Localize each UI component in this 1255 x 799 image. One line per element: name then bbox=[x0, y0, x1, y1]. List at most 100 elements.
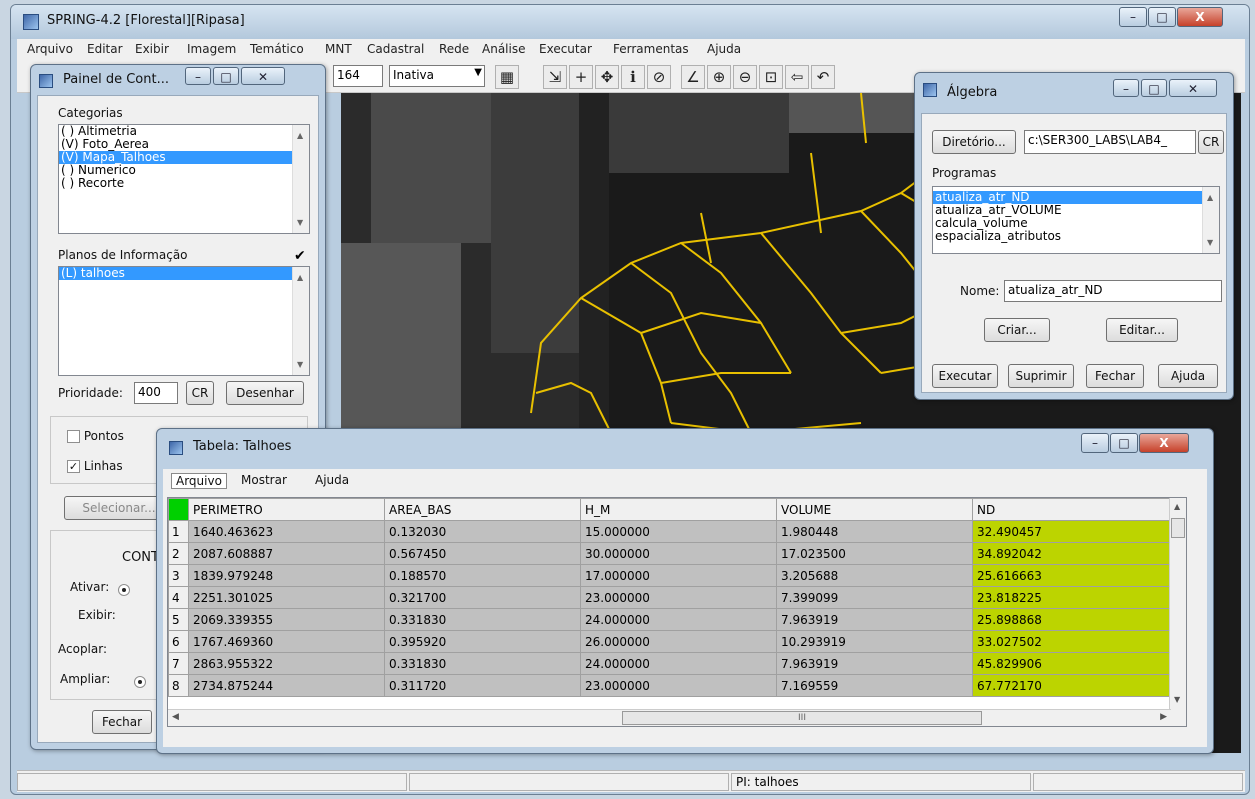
cell-perimetro[interactable]: 2087.608887 bbox=[188, 542, 385, 565]
cell-area-bas[interactable]: 0.331830 bbox=[384, 608, 581, 631]
cell-area-bas[interactable]: 0.395920 bbox=[384, 630, 581, 653]
cell-area-bas[interactable]: 0.188570 bbox=[384, 564, 581, 587]
table-row[interactable]: 6 1767.469360 0.395920 26.000000 10.293919 33… bbox=[168, 630, 1171, 653]
cell-nd[interactable]: 32.490457 bbox=[972, 520, 1171, 543]
cell-perimetro[interactable]: 1767.469360 bbox=[188, 630, 385, 653]
select-all-cell[interactable] bbox=[168, 498, 189, 521]
menu-ferramentas[interactable]: Ferramentas bbox=[613, 42, 689, 56]
algebra-fechar-button[interactable]: Fechar bbox=[1086, 364, 1144, 388]
cross-icon[interactable]: + bbox=[569, 65, 593, 89]
programa-item[interactable]: espacializa_atributos bbox=[933, 230, 1219, 243]
back-icon[interactable]: ⇦ bbox=[785, 65, 809, 89]
tabela-maximize-button[interactable]: □ bbox=[1110, 433, 1138, 453]
row-number[interactable]: 3 bbox=[168, 564, 189, 587]
minimize-button[interactable]: – bbox=[1119, 7, 1147, 27]
cell-area-bas[interactable]: 0.321700 bbox=[384, 586, 581, 609]
cell-volume[interactable]: 7.963919 bbox=[776, 608, 973, 631]
hscroll-thumb[interactable]: III bbox=[622, 711, 982, 725]
cell-perimetro[interactable]: 2734.875244 bbox=[188, 674, 385, 697]
cell-perimetro[interactable]: 2251.301025 bbox=[188, 586, 385, 609]
cell-volume[interactable]: 17.023500 bbox=[776, 542, 973, 565]
menu-rede[interactable]: Rede bbox=[439, 42, 469, 56]
criar-button[interactable]: Criar... bbox=[984, 318, 1050, 342]
nome-input[interactable]: atualiza_atr_ND bbox=[1004, 280, 1222, 302]
cell-perimetro[interactable]: 1839.979248 bbox=[188, 564, 385, 587]
cell-volume[interactable]: 1.980448 bbox=[776, 520, 973, 543]
prioridade-input[interactable]: 400 bbox=[134, 382, 178, 404]
painel-maximize-button[interactable]: □ bbox=[213, 67, 239, 85]
cell-h-m[interactable]: 23.000000 bbox=[580, 586, 777, 609]
linhas-option[interactable]: ✓ Linhas bbox=[67, 459, 123, 473]
cell-h-m[interactable]: 15.000000 bbox=[580, 520, 777, 543]
cell-nd[interactable]: 45.829906 bbox=[972, 652, 1171, 675]
column-header-area-bas[interactable]: AREA_BAS bbox=[384, 498, 581, 521]
cell-h-m[interactable]: 23.000000 bbox=[580, 674, 777, 697]
cell-nd[interactable]: 34.892042 bbox=[972, 542, 1171, 565]
programas-scrollbar[interactable]: ▲ ▼ bbox=[1202, 187, 1219, 253]
raster-icon[interactable]: ▦ bbox=[495, 65, 519, 89]
suprimir-button[interactable]: Suprimir bbox=[1008, 364, 1074, 388]
tabela-minimize-button[interactable]: – bbox=[1081, 433, 1109, 453]
close-button[interactable]: X bbox=[1177, 7, 1223, 27]
painel-minimize-button[interactable]: – bbox=[185, 67, 211, 85]
zoom-out-icon[interactable]: ⊖ bbox=[733, 65, 757, 89]
cell-h-m[interactable]: 26.000000 bbox=[580, 630, 777, 653]
menu-arquivo[interactable]: Arquivo bbox=[27, 42, 73, 56]
pan-icon[interactable]: ✥ bbox=[595, 65, 619, 89]
cell-perimetro[interactable]: 1640.463623 bbox=[188, 520, 385, 543]
ruler-icon[interactable]: ∠ bbox=[681, 65, 705, 89]
menu-editar[interactable]: Editar bbox=[87, 42, 123, 56]
menu-tematico[interactable]: Temático bbox=[250, 42, 304, 56]
cursor-icon[interactable]: ⊘ bbox=[647, 65, 671, 89]
pontos-checkbox[interactable] bbox=[67, 430, 80, 443]
cell-nd[interactable]: 25.616663 bbox=[972, 564, 1171, 587]
cell-volume[interactable]: 7.399099 bbox=[776, 586, 973, 609]
menu-exibir[interactable]: Exibir bbox=[135, 42, 169, 56]
cell-h-m[interactable]: 30.000000 bbox=[580, 542, 777, 565]
menu-analise[interactable]: Análise bbox=[482, 42, 525, 56]
algebra-title-bar[interactable]: Álgebra – □ ✕ bbox=[915, 73, 1233, 103]
cell-volume[interactable]: 3.205688 bbox=[776, 564, 973, 587]
scroll-thumb[interactable] bbox=[1171, 518, 1185, 538]
maximize-button[interactable]: □ bbox=[1148, 7, 1176, 27]
tabela-menu-mostrar[interactable]: Mostrar bbox=[241, 473, 287, 487]
categorias-scrollbar[interactable]: ▲ ▼ bbox=[292, 125, 309, 233]
cell-h-m[interactable]: 24.000000 bbox=[580, 608, 777, 631]
executar-button[interactable]: Executar bbox=[932, 364, 998, 388]
cell-area-bas[interactable]: 0.331830 bbox=[384, 652, 581, 675]
ativar-radio[interactable] bbox=[118, 583, 130, 596]
scroll-left-icon[interactable]: ◀ bbox=[172, 712, 179, 722]
algebra-maximize-button[interactable]: □ bbox=[1141, 79, 1167, 97]
row-number[interactable]: 6 bbox=[168, 630, 189, 653]
mode-select[interactable]: Inativa ▼ bbox=[389, 65, 485, 87]
row-number[interactable]: 1 bbox=[168, 520, 189, 543]
planos-list[interactable]: (L) talhoes ▲ ▼ bbox=[58, 266, 310, 376]
table-row[interactable]: 2 2087.608887 0.567450 30.000000 17.023500 34… bbox=[168, 542, 1171, 565]
scroll-down-icon[interactable]: ▼ bbox=[1174, 695, 1180, 704]
painel-close-button[interactable]: ✕ bbox=[241, 67, 285, 85]
column-header-nd[interactable]: ND bbox=[972, 498, 1171, 521]
column-header-h-m[interactable]: H_M bbox=[580, 498, 777, 521]
editar-button[interactable]: Editar... bbox=[1106, 318, 1178, 342]
check-icon[interactable]: ✔ bbox=[294, 248, 306, 264]
cr-button[interactable]: CR bbox=[186, 381, 214, 405]
algebra-close-button[interactable]: ✕ bbox=[1169, 79, 1217, 97]
cell-nd[interactable]: 25.898868 bbox=[972, 608, 1171, 631]
table-row[interactable]: 3 1839.979248 0.188570 17.000000 3.205688 25.… bbox=[168, 564, 1171, 587]
diretorio-button[interactable]: Diretório... bbox=[932, 130, 1016, 154]
table-vertical-scrollbar[interactable]: ▲ ▼ bbox=[1169, 498, 1186, 726]
row-number[interactable]: 7 bbox=[168, 652, 189, 675]
painel-title-bar[interactable]: Painel de Cont... – □ ✕ bbox=[31, 65, 325, 95]
fit-icon[interactable]: ⇲ bbox=[543, 65, 567, 89]
menu-executar[interactable]: Executar bbox=[539, 42, 592, 56]
menu-ajuda[interactable]: Ajuda bbox=[707, 42, 741, 56]
menu-cadastral[interactable]: Cadastral bbox=[367, 42, 424, 56]
table-horizontal-scrollbar[interactable]: ◀ III ▶ bbox=[168, 709, 1171, 726]
planos-scrollbar[interactable]: ▲ ▼ bbox=[292, 267, 309, 375]
cell-volume[interactable]: 7.963919 bbox=[776, 652, 973, 675]
ampliar-radio[interactable] bbox=[133, 675, 146, 688]
tabela-title-bar[interactable]: Tabela: Talhoes – □ X bbox=[157, 429, 1213, 463]
menu-imagem[interactable]: Imagem bbox=[187, 42, 236, 56]
cell-nd[interactable]: 33.027502 bbox=[972, 630, 1171, 653]
column-header-perimetro[interactable]: PERIMETRO bbox=[188, 498, 385, 521]
